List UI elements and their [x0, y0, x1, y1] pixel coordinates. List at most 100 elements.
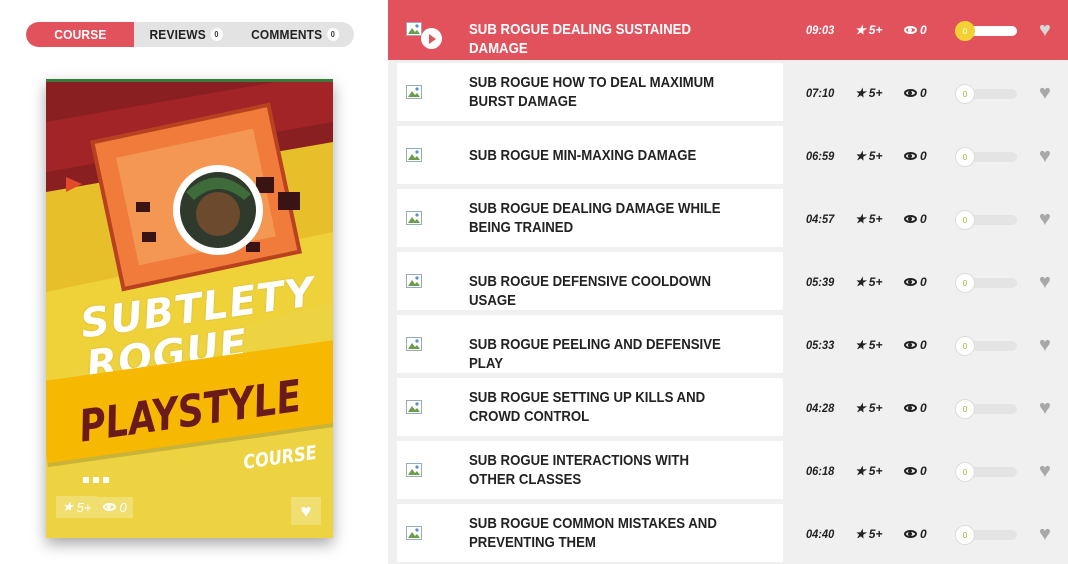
lesson-thumbnail-icon	[406, 400, 422, 414]
tab-comments[interactable]: COMMENTS 0	[243, 22, 348, 47]
lesson-rating-value: 5+	[868, 527, 883, 541]
tab-reviews[interactable]: REVIEWS 0	[138, 22, 234, 47]
eye-icon	[904, 404, 917, 412]
lesson-rating-value: 5+	[868, 86, 883, 100]
lesson-rating-value: 5+	[868, 338, 883, 352]
lesson-title[interactable]: SUB ROGUE MIN-MAXING DAMAGE	[469, 146, 733, 165]
lesson-duration: 05:39	[806, 275, 835, 289]
star-icon: ★	[855, 275, 866, 289]
eye-icon	[904, 467, 917, 475]
star-icon: ★	[855, 86, 866, 100]
lesson-row[interactable]: SUB ROGUE HOW TO DEAL MAXIMUM BURST DAMA…	[388, 63, 1068, 123]
lesson-views: 0	[904, 527, 927, 541]
lesson-rating: ★ 5+	[855, 212, 882, 226]
lesson-row[interactable]: SUB ROGUE SETTING UP KILLS AND CROWD CON…	[388, 378, 1068, 438]
eye-icon	[904, 530, 917, 538]
lesson-row[interactable]: SUB ROGUE MIN-MAXING DAMAGE 06:59 ★ 5+ 0 …	[388, 126, 1068, 186]
favorite-heart-icon[interactable]: ♥	[1039, 272, 1051, 292]
favorite-heart-icon[interactable]: ♥	[1039, 524, 1051, 544]
tab-comments-label: COMMENTS	[251, 27, 323, 42]
lesson-rating: ★ 5+	[855, 401, 882, 415]
lesson-views-value: 0	[920, 527, 927, 541]
star-icon: ★	[855, 338, 866, 352]
favorite-heart-icon[interactable]: ♥	[1039, 461, 1051, 481]
star-icon: ★	[855, 212, 866, 226]
play-icon[interactable]	[421, 28, 442, 49]
lesson-row[interactable]: SUB ROGUE DEALING SUSTAINED DAMAGE 09:03…	[388, 0, 1068, 60]
lesson-rating: ★ 5+	[855, 527, 882, 541]
favorite-heart-icon[interactable]: ♥	[1039, 398, 1051, 418]
lesson-duration: 04:28	[806, 401, 835, 415]
lesson-rating: ★ 5+	[855, 464, 882, 478]
lesson-views: 0	[904, 338, 927, 352]
lesson-rating: ★ 5+	[855, 275, 882, 289]
lesson-thumbnail-icon	[406, 22, 422, 36]
star-icon: ★	[855, 149, 866, 163]
favorite-heart-icon[interactable]: ♥	[1039, 209, 1051, 229]
lesson-views-value: 0	[920, 275, 927, 289]
lesson-duration: 04:57	[806, 212, 835, 226]
star-icon: ★	[855, 401, 866, 415]
lesson-views-value: 0	[920, 338, 927, 352]
lesson-title[interactable]: SUB ROGUE INTERACTIONS WITH OTHER CLASSE…	[469, 451, 733, 489]
lesson-duration: 04:40	[806, 527, 835, 541]
lesson-progress-bar: 0	[955, 84, 1017, 104]
favorite-heart-icon[interactable]: ♥	[1039, 335, 1051, 355]
lesson-title[interactable]: SUB ROGUE DEALING SUSTAINED DAMAGE	[469, 20, 733, 58]
reviews-count-badge: 0	[210, 28, 223, 41]
tab-reviews-label: REVIEWS	[149, 27, 206, 42]
lesson-title[interactable]: SUB ROGUE DEALING DAMAGE WHILE BEING TRA…	[469, 199, 733, 237]
lesson-views-value: 0	[920, 464, 927, 478]
lesson-progress-bar: 0	[955, 21, 1017, 41]
lesson-title[interactable]: SUB ROGUE HOW TO DEAL MAXIMUM BURST DAMA…	[469, 73, 733, 111]
lesson-row[interactable]: SUB ROGUE PEELING AND DEFENSIVE PLAY 05:…	[388, 315, 1068, 375]
lesson-duration: 07:10	[806, 86, 835, 100]
lesson-rating-value: 5+	[868, 212, 883, 226]
course-cover: SUBTLETY ROGUE PLAYSTYLE COURSE ★ 5+ 0 ♥	[46, 79, 333, 538]
cover-rating-value: 5+	[76, 499, 92, 515]
lesson-title[interactable]: SUB ROGUE PEELING AND DEFENSIVE PLAY	[469, 335, 733, 373]
lesson-row[interactable]: SUB ROGUE DEFENSIVE COOLDOWN USAGE 05:39…	[388, 252, 1068, 312]
favorite-heart-icon[interactable]: ♥	[1039, 146, 1051, 166]
lesson-progress-knob: 0	[955, 336, 975, 356]
lesson-row[interactable]: SUB ROGUE INTERACTIONS WITH OTHER CLASSE…	[388, 441, 1068, 501]
lesson-thumbnail-icon	[406, 463, 422, 477]
favorite-heart-icon[interactable]: ♥	[1039, 20, 1051, 40]
lesson-progress-knob: 0	[955, 462, 975, 482]
lesson-progress-knob: 0	[955, 21, 975, 41]
tab-course-label: COURSE	[53, 27, 107, 42]
cover-favorite-heart-icon[interactable]: ♥	[291, 497, 321, 525]
eye-icon	[904, 341, 917, 349]
tab-course[interactable]: COURSE	[26, 22, 134, 47]
lesson-thumbnail-icon	[406, 274, 422, 288]
lesson-rating: ★ 5+	[855, 23, 882, 37]
lesson-progress-bar: 0	[955, 210, 1017, 230]
eye-icon	[904, 278, 917, 286]
lesson-title[interactable]: SUB ROGUE COMMON MISTAKES AND PREVENTING…	[469, 514, 733, 552]
cover-views-value: 0	[119, 499, 127, 515]
lesson-views-value: 0	[920, 86, 927, 100]
eye-icon	[103, 503, 117, 511]
lesson-progress-bar: 0	[955, 462, 1017, 482]
lesson-row[interactable]: SUB ROGUE COMMON MISTAKES AND PREVENTING…	[388, 504, 1068, 564]
eye-icon	[904, 89, 917, 97]
lesson-views: 0	[904, 23, 927, 37]
lesson-progress-knob: 0	[955, 84, 975, 104]
lesson-progress-knob: 0	[955, 273, 975, 293]
lesson-progress-bar: 0	[955, 147, 1017, 167]
lesson-views: 0	[904, 86, 927, 100]
lesson-list: SUB ROGUE DEALING SUSTAINED DAMAGE 09:03…	[388, 0, 1068, 564]
lesson-rating: ★ 5+	[855, 86, 882, 100]
lesson-rating-value: 5+	[868, 149, 883, 163]
lesson-views-value: 0	[920, 23, 927, 37]
lesson-row[interactable]: SUB ROGUE DEALING DAMAGE WHILE BEING TRA…	[388, 189, 1068, 249]
lesson-duration: 05:33	[806, 338, 835, 352]
lesson-thumbnail-icon	[406, 526, 422, 540]
lesson-progress-knob: 0	[955, 147, 975, 167]
lesson-title[interactable]: SUB ROGUE SETTING UP KILLS AND CROWD CON…	[469, 388, 733, 426]
favorite-heart-icon[interactable]: ♥	[1039, 83, 1051, 103]
lesson-title[interactable]: SUB ROGUE DEFENSIVE COOLDOWN USAGE	[469, 272, 733, 310]
cover-views: 0	[97, 496, 133, 518]
lesson-views: 0	[904, 464, 927, 478]
lesson-views-value: 0	[920, 401, 927, 415]
